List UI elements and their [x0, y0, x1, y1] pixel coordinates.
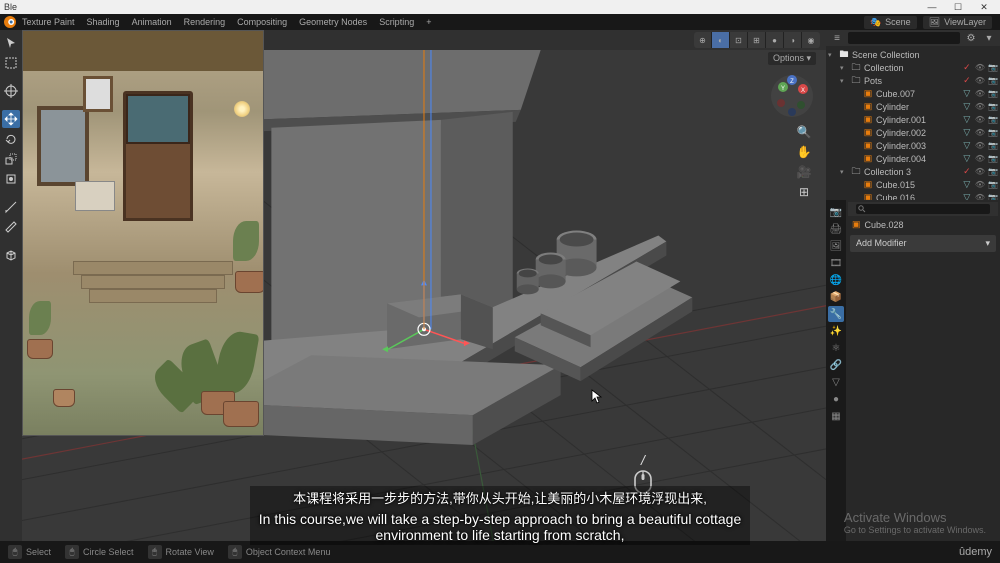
prop-tab-world[interactable]: 🌐 [828, 272, 844, 288]
prop-tab-constraint[interactable]: 🔗 [828, 357, 844, 373]
tool-cursor-3d[interactable] [2, 82, 20, 100]
prop-tab-data[interactable]: ▽ [828, 374, 844, 390]
prop-tab-view[interactable]: 🖼 [828, 238, 844, 254]
prop-tab-output[interactable]: 🖨 [828, 221, 844, 237]
status-circle: Circle Select [83, 547, 134, 557]
outliner-new-icon[interactable]: ▾ [982, 31, 996, 45]
svg-text:Y: Y [781, 86, 785, 92]
outliner-row[interactable]: ▾🗀Collection 3✓👁📷 [828, 165, 998, 178]
tab-geometry-nodes[interactable]: Geometry Nodes [299, 17, 367, 27]
zoom-icon[interactable]: 🔍 [796, 124, 812, 140]
tool-scale[interactable] [2, 150, 20, 168]
blender-logo-icon[interactable] [4, 16, 16, 28]
outliner-search[interactable] [848, 32, 960, 44]
udemy-logo: ûdemy [959, 546, 992, 558]
svg-text:X: X [801, 88, 805, 94]
mouse-right-icon: 🖱 [228, 545, 242, 559]
left-toolbar [0, 30, 22, 541]
overlay-toggle[interactable]: ◐ [712, 32, 730, 48]
window-max-button[interactable]: ☐ [946, 1, 970, 13]
mouse-left-icon-2: 🖱 [65, 545, 79, 559]
properties-breadcrumb: ▣ Cube.028 [848, 216, 998, 233]
tab-rendering[interactable]: Rendering [184, 17, 226, 27]
tab-animation[interactable]: Animation [132, 17, 172, 27]
wire-toggle[interactable]: ⊞ [748, 32, 766, 48]
tab-texture-paint[interactable]: Texture Paint [22, 17, 75, 27]
add-modifier-dropdown[interactable]: Add Modifier▾ [850, 235, 996, 252]
outliner-row[interactable]: ▣Cube.007▽👁📷 [828, 87, 998, 100]
render-toggle[interactable]: ◉ [802, 32, 820, 48]
persp-icon[interactable]: ⊞ [796, 184, 812, 200]
reference-image [22, 30, 264, 436]
svg-text:Z: Z [790, 79, 794, 85]
top-menubar: Texture Paint Shading Animation Renderin… [0, 14, 1000, 30]
window-min-button[interactable]: — [920, 1, 944, 13]
status-menu: Object Context Menu [246, 547, 331, 557]
prop-tab-texture[interactable]: ▦ [828, 408, 844, 424]
outliner-filter-icon[interactable]: ⚙ [964, 31, 978, 45]
prop-tab-material[interactable]: ● [828, 391, 844, 407]
window-titlebar: Ble — ☐ ✕ [0, 0, 1000, 14]
tool-annotate[interactable] [2, 198, 20, 216]
prop-tab-particle[interactable]: ✨ [828, 323, 844, 339]
viewlayer-selector[interactable]: 🖼ViewLayer [923, 16, 992, 29]
tool-add-cube[interactable] [2, 246, 20, 264]
outliner-row[interactable]: ▣Cylinder▽👁📷 [828, 100, 998, 113]
tool-cursor[interactable] [2, 34, 20, 52]
cube-icon: ▣ [852, 219, 861, 230]
video-subtitles: 本课程将采用一步步的方法,带你从头开始,让美丽的小木屋环境浮现出来, In th… [250, 486, 750, 545]
properties-search[interactable] [856, 204, 990, 214]
outliner-row[interactable]: ▣Cylinder.003▽👁📷 [828, 139, 998, 152]
prop-tab-object[interactable]: 📦 [828, 289, 844, 305]
nav-gizmo[interactable]: X Y Z [770, 74, 814, 118]
tab-add[interactable]: + [426, 17, 431, 27]
gizmo-toggle[interactable]: ⊕ [694, 32, 712, 48]
outliner-row[interactable]: ▾🗀Pots✓👁📷 [828, 74, 998, 87]
tool-move[interactable] [2, 110, 20, 128]
windows-watermark: Activate Windows Go to Settings to activ… [844, 510, 986, 535]
prop-tab-physics[interactable]: ⚛ [828, 340, 844, 356]
prop-tab-scene[interactable]: 🎞 [828, 255, 844, 271]
window-title: Ble [4, 2, 17, 12]
tab-compositing[interactable]: Compositing [237, 17, 287, 27]
mouse-mid-icon: 🖱 [148, 545, 162, 559]
xray-toggle[interactable]: ⊡ [730, 32, 748, 48]
prop-tab-render[interactable]: 📷 [828, 204, 844, 220]
tool-measure[interactable] [2, 218, 20, 236]
tool-transform[interactable] [2, 170, 20, 188]
outliner-type-icon[interactable]: ≡ [830, 31, 844, 45]
prop-tab-modifier[interactable]: 🔧 [828, 306, 844, 322]
tab-scripting[interactable]: Scripting [379, 17, 414, 27]
cursor-icon [591, 389, 603, 405]
outliner-row[interactable]: ▣Cube.016▽👁📷 [828, 191, 998, 200]
outliner-row[interactable]: ▣Cylinder.002▽👁📷 [828, 126, 998, 139]
scene-selector[interactable]: 🎭Scene [864, 16, 917, 29]
tool-rotate[interactable] [2, 130, 20, 148]
outliner-row[interactable]: ▣Cube.015▽👁📷 [828, 178, 998, 191]
window-close-button[interactable]: ✕ [972, 1, 996, 13]
outliner-panel: ≡ ⚙ ▾ ▾🖿Scene Collection▾🗀Collection✓👁📷▾… [826, 30, 1000, 200]
pan-icon[interactable]: ✋ [796, 144, 812, 160]
status-rotate: Rotate View [166, 547, 214, 557]
outliner-row[interactable]: ▣Cylinder.001▽👁📷 [828, 113, 998, 126]
solid-toggle[interactable]: ● [766, 32, 784, 48]
status-select: Select [26, 547, 51, 557]
properties-panel: 📷 🖨 🖼 🎞 🌐 📦 🔧 ✨ ⚛ 🔗 ▽ ● ▦ ▣ [826, 200, 1000, 541]
tool-select-box[interactable] [2, 54, 20, 72]
mouse-left-icon: 🖱 [8, 545, 22, 559]
tab-shading[interactable]: Shading [87, 17, 120, 27]
matprev-toggle[interactable]: ◑ [784, 32, 802, 48]
camera-icon[interactable]: 🎥 [796, 164, 812, 180]
